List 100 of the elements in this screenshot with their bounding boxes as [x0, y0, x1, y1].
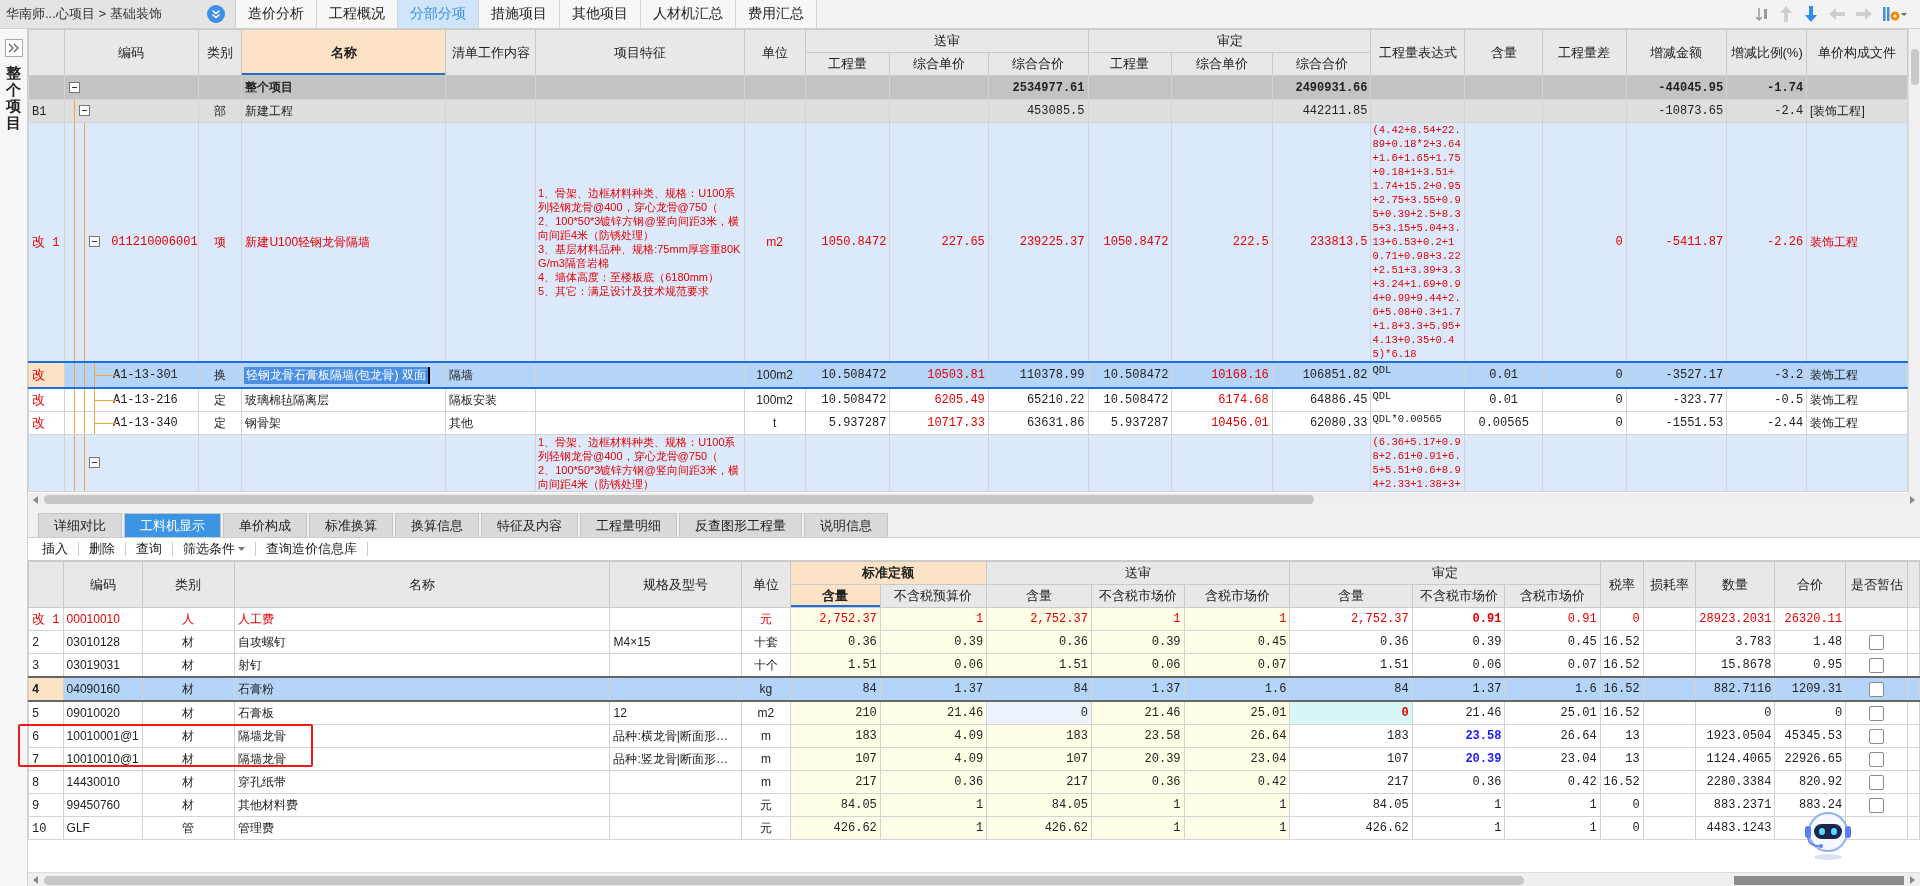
scrollbar-thumb[interactable]	[1910, 49, 1919, 85]
column-header[interactable]: 含量	[1464, 29, 1543, 76]
tab[interactable]: 标准换算	[309, 513, 393, 537]
tab[interactable]: 人材机汇总	[641, 0, 736, 28]
caret-icon[interactable]	[238, 546, 245, 552]
table-row[interactable]: 2 03010128 材 自攻螺钉 M4×15 十套 0.36 0.39 0.36 0.39 0.45 0.36 0.39 0.45 16.52 3.783 1.48	[28, 630, 1920, 654]
expand-panel-icon[interactable]	[4, 39, 23, 57]
table-row[interactable]: 改 1 00010010 人 人工费 元 2,752.37 1 2,752.37 1 1 2,752.37 0.91 0.91 0 28923.2031 26320.11	[28, 607, 1920, 631]
column-header[interactable]: 单位	[741, 561, 791, 608]
scrollbar-thumb[interactable]	[1734, 875, 1904, 885]
horizontal-scrollbar[interactable]	[28, 872, 1920, 886]
scroll-left-icon[interactable]	[32, 876, 40, 884]
column-header[interactable]: 类别	[198, 29, 242, 76]
column-header[interactable]: 数量	[1695, 561, 1775, 608]
table-row[interactable]: 改 A1-13-216 定 玻璃棉毡隔离层 隔板安装 100m2 10.508472 6205.49 65210.22 10.508472 6174.68 64886.45 QDL 0.01 0 -323.77 -0.5 装饰工程	[28, 388, 1908, 412]
tab[interactable]: 费用汇总	[736, 0, 817, 28]
collapse-toggle[interactable]	[68, 81, 80, 93]
table-row[interactable]: 4 04090160 材 石膏粉 kg 84 1.37 84 1.37 1.6 84 1.37 1.6 16.52 882.7116 1209.31	[28, 677, 1920, 701]
vertical-scrollbar[interactable]	[1908, 29, 1920, 493]
column-header[interactable]: 编码	[64, 29, 199, 76]
column-header[interactable]: 是否暂估	[1845, 561, 1908, 608]
tab[interactable]: 说明信息	[804, 513, 888, 537]
column-header[interactable]: 单价构成文件	[1806, 29, 1908, 76]
toolbar-button[interactable]: 插入	[32, 542, 79, 556]
checkbox[interactable]	[1869, 728, 1885, 744]
scroll-right-icon[interactable]	[1908, 876, 1916, 884]
tab[interactable]: 特征及内容	[481, 513, 578, 537]
column-header[interactable]: 工程量表达式	[1371, 29, 1465, 76]
column-header[interactable]: 单位	[744, 29, 806, 76]
column-header[interactable]: 工程量差	[1542, 29, 1627, 76]
down-arrow-icon[interactable]	[1803, 5, 1819, 23]
collapse-toggle[interactable]	[88, 236, 100, 248]
checkbox[interactable]	[1869, 681, 1885, 697]
checkbox[interactable]	[1869, 751, 1885, 767]
tab[interactable]: 工程量明细	[580, 513, 677, 537]
table-cell: 0	[1774, 701, 1846, 725]
table-row[interactable]: 5 09010020 材 石膏板 12 m2 210 21.46 0 21.46 25.01 0 21.46 25.01 16.52 0 0	[28, 701, 1920, 725]
tab[interactable]: 换算信息	[395, 513, 479, 537]
table-row[interactable]: 整个项目 2534977.61 2490931.66 -44045.95 -1.74	[28, 75, 1908, 100]
table-row[interactable]: 1、骨架、边框材料种类、规格：U100系列轻钢龙骨@400，穿心龙骨@750（ 2、100*50*3镀锌方钢@竖向间距3米，横向间距4米（防锈处理） (6.36+5.17+0.98+2.61+0.91+6.5+5.51+0.6+8.94+2.33+1.38+3+	[28, 434, 1908, 492]
table-cell: 820.92	[1774, 770, 1846, 794]
scrollbar-thumb[interactable]	[44, 495, 1314, 504]
table-row[interactable]: B1 部 新建工程 453085.5 442211.85 -10873.65 -2.4 [装饰工程]	[28, 99, 1908, 123]
table-cell: m	[741, 747, 791, 771]
tab[interactable]: 反查图形工程量	[679, 513, 802, 537]
horizontal-scrollbar[interactable]	[28, 493, 1920, 506]
scrollbar-thumb[interactable]	[44, 875, 1524, 885]
table-row[interactable]: 7 10010010@1 材 隔墙龙骨 品种:竖龙骨|断面形… m 107 4.09 107 20.39 23.04 107 20.39 23.04 13 1124.4065 22926.65	[28, 747, 1920, 771]
toolbar-button[interactable]: 查询	[126, 542, 173, 556]
tab[interactable]: 其他项目	[560, 0, 641, 28]
checkbox[interactable]	[1869, 774, 1885, 790]
toolbar-button[interactable]: 删除	[79, 542, 126, 556]
table-cell: 13	[1600, 747, 1644, 771]
table-row[interactable]: 10 GLF 管 管理费 元 426.62 1 426.62 1 1 426.62 1 1 0 4483.1243	[28, 816, 1920, 840]
column-header[interactable]: 合价	[1774, 561, 1846, 608]
table-cell: 20.39	[1412, 747, 1505, 771]
table-cell: 人工费	[234, 607, 610, 631]
table-row[interactable]: 6 10010001@1 材 隔墙龙骨 品种:横龙骨|断面形… m 183 4.09 183 23.58 26.64 183 23.58 26.64 13 1923.0504 45345.53	[28, 724, 1920, 748]
column-header[interactable]: 规格及型号	[610, 561, 742, 608]
column-header[interactable]: 项目特征	[535, 29, 745, 76]
column-header[interactable]: 名称	[241, 29, 446, 76]
tab[interactable]: 工程概况	[317, 0, 398, 28]
column-header[interactable]: 税率	[1600, 561, 1644, 608]
table-cell: 0.07	[1184, 653, 1290, 677]
table-cell: 0.36	[880, 770, 987, 794]
column-header[interactable]: 名称	[234, 561, 610, 608]
tab[interactable]: 单价构成	[223, 513, 307, 537]
scroll-left-icon[interactable]	[32, 495, 40, 504]
collapse-toggle[interactable]	[78, 105, 90, 117]
tab[interactable]: 措施项目	[479, 0, 560, 28]
table-row[interactable]: 9 99450760 材 其他材料费 元 84.05 1 84.05 1 1 84.05 1 1 0 883.2371 883.24	[28, 793, 1920, 817]
checkbox[interactable]	[1869, 634, 1885, 650]
table-cell: 材	[142, 770, 235, 794]
checkbox[interactable]	[1869, 705, 1885, 721]
checkbox[interactable]	[1869, 657, 1885, 673]
column-header[interactable]: 类别	[142, 561, 235, 608]
column-settings-icon[interactable]	[1882, 5, 1908, 23]
chevron-down-icon[interactable]	[207, 5, 225, 23]
column-header[interactable]: 增减金额	[1626, 29, 1727, 76]
table-cell: 03010128	[63, 630, 143, 654]
tab[interactable]: 造价分析	[236, 0, 317, 28]
column-header[interactable]: 含量	[1289, 584, 1413, 608]
toolbar-button[interactable]: 查询造价信息库	[256, 542, 368, 556]
collapse-toggle[interactable]	[88, 457, 100, 469]
table-row[interactable]: 8 14430010 材 穿孔纸带 m 217 0.36 217 0.36 0.42 217 0.36 0.42 16.52 2280.3384 820.92	[28, 770, 1920, 794]
table-cell: 10717.33	[889, 411, 989, 435]
scroll-right-icon[interactable]	[1908, 495, 1916, 504]
table-cell: 0	[1695, 701, 1775, 725]
tab[interactable]: 详细对比	[38, 513, 122, 537]
column-header[interactable]: 增减比例(%)	[1726, 29, 1807, 76]
checkbox[interactable]	[1869, 797, 1885, 813]
table-cell: 21.46	[880, 701, 987, 725]
table-row[interactable]: 改 A1-13-340 定 钢骨架 其他 t 5.937287 10717.33 63631.86 5.937287 10456.01 62080.33 QDL*0.00565 0.00565 0 -1551.53 -2.44 装饰工程	[28, 411, 1908, 435]
column-header[interactable]: 编码	[63, 561, 143, 608]
column-header[interactable]: 不含税预算价	[880, 584, 987, 608]
column-header[interactable]: 清单工作内容	[445, 29, 536, 76]
sort-icon[interactable]	[1755, 6, 1769, 22]
column-header[interactable]: 损耗率	[1643, 561, 1696, 608]
toolbar-button[interactable]: 筛选条件	[173, 542, 256, 556]
table-row[interactable]: 改 A1-13-301 换 轻钢龙骨石膏板隔墙(包龙骨) 双面 隔墙 100m2 10.508472 10503.81 110378.99 10.508472 10168.16 106851.82 QDL 0.01 0 -3527.17 -3.2 装饰工程	[28, 362, 1908, 388]
